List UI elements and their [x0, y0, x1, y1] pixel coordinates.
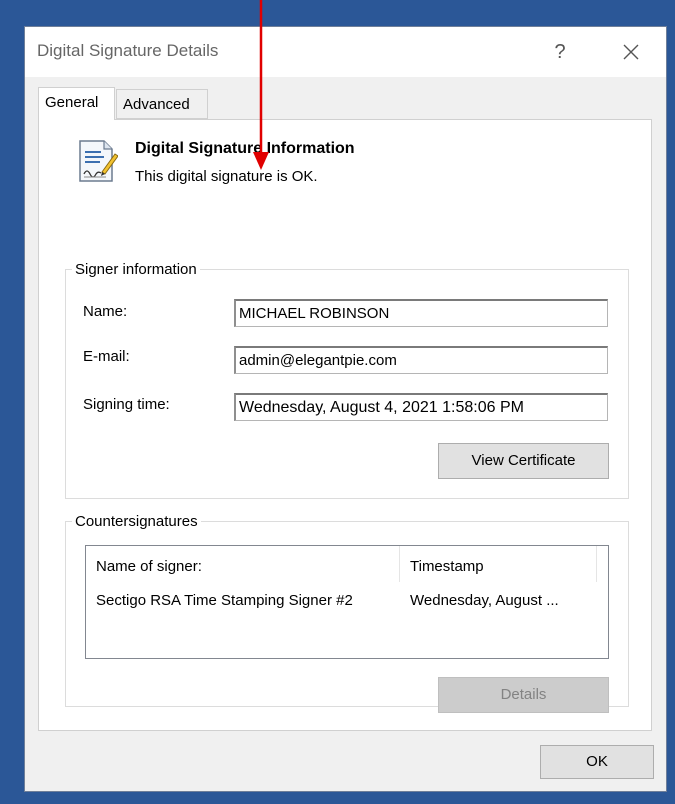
- row-signer-name[interactable]: Sectigo RSA Time Stamping Signer #2: [96, 592, 353, 609]
- column-separator[interactable]: [596, 546, 597, 582]
- ok-button[interactable]: OK: [540, 745, 654, 779]
- countersignatures-list[interactable]: Name of signer: Timestamp Sectigo RSA Ti…: [85, 545, 609, 659]
- view-certificate-button[interactable]: View Certificate: [438, 443, 609, 479]
- row-timestamp[interactable]: Wednesday, August ...: [410, 592, 559, 609]
- countersignatures-legend: Countersignatures: [75, 513, 198, 530]
- signing-time-field[interactable]: Wednesday, August 4, 2021 1:58:06 PM: [234, 393, 608, 421]
- email-label: E-mail:: [83, 348, 130, 365]
- general-tab-panel: Digital Signature Information This digit…: [38, 119, 652, 731]
- tab-general[interactable]: General: [38, 87, 115, 120]
- column-separator[interactable]: [399, 546, 400, 582]
- details-button: Details: [438, 677, 609, 713]
- column-header-name[interactable]: Name of signer:: [96, 558, 202, 575]
- signer-information-legend: Signer information: [75, 261, 197, 278]
- signing-time-label: Signing time:: [83, 396, 170, 413]
- column-header-timestamp[interactable]: Timestamp: [410, 558, 484, 575]
- signer-email-field[interactable]: admin@elegantpie.com: [234, 346, 608, 374]
- signer-name-field[interactable]: MICHAEL ROBINSON: [234, 299, 608, 327]
- name-label: Name:: [83, 303, 128, 320]
